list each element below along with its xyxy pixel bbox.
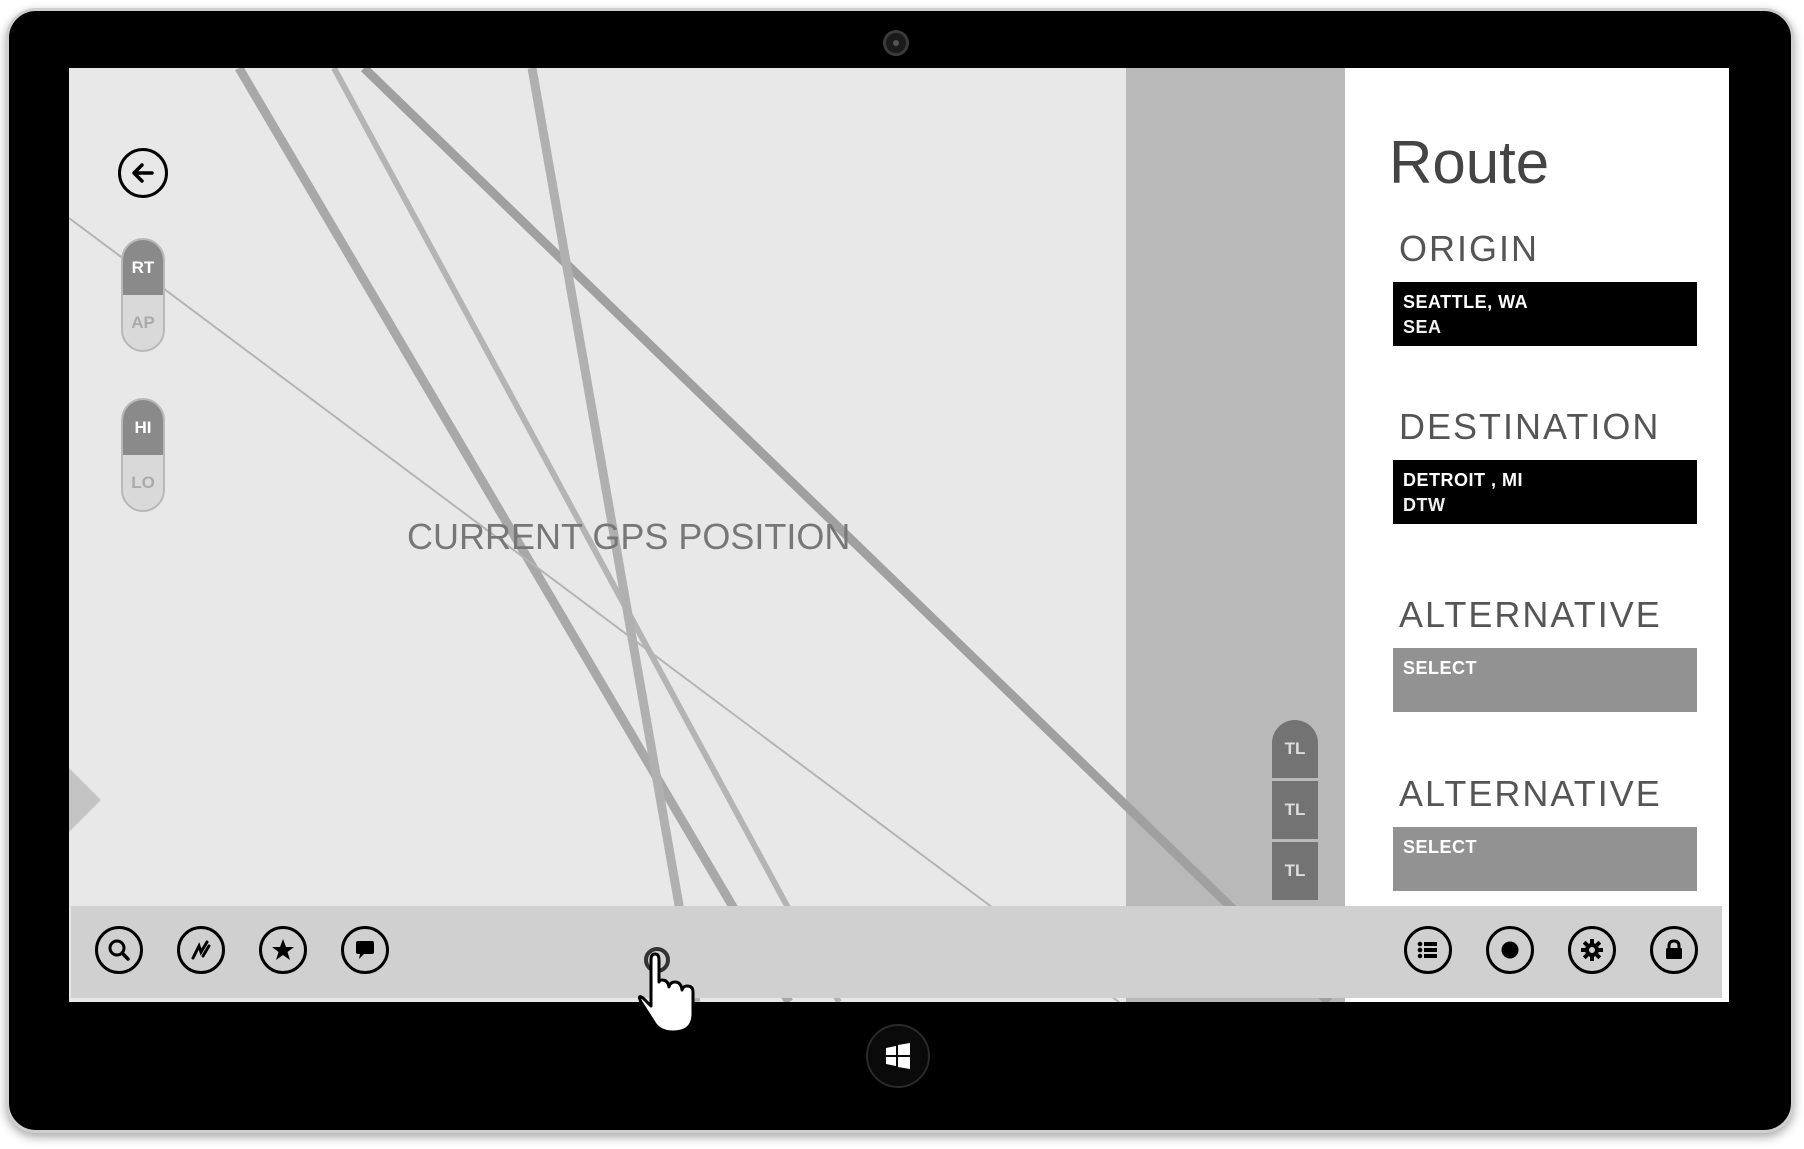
tl-button-2[interactable]: TL (1272, 781, 1318, 839)
origin-field[interactable]: SEATTLE, WA SEA (1393, 282, 1697, 346)
alternative-value-2: SELECT (1403, 837, 1478, 857)
level-toggle[interactable]: HI LO (121, 398, 165, 512)
alternative-select-1[interactable]: SELECT (1393, 648, 1697, 712)
windows-logo-icon (886, 1043, 910, 1069)
back-arrow-icon (132, 163, 154, 183)
destination-field[interactable]: DETROIT , MI DTW (1393, 460, 1697, 524)
record-button[interactable] (1486, 926, 1534, 974)
record-icon (1501, 941, 1519, 959)
level-toggle-on[interactable]: HI (123, 400, 163, 455)
alternative-label-2: ALTERNATIVE (1399, 773, 1662, 814)
search-button[interactable] (95, 926, 143, 974)
mode-toggle-off[interactable]: AP (123, 295, 163, 350)
alternative-label-1: ALTERNATIVE (1399, 594, 1662, 635)
destination-city: DETROIT , MI (1403, 470, 1523, 490)
windows-home-button[interactable] (866, 1024, 930, 1088)
origin-city: SEATTLE, WA (1403, 292, 1529, 312)
level-toggle-off[interactable]: LO (123, 455, 163, 510)
mode-toggle[interactable]: RT AP (121, 238, 165, 352)
message-button[interactable] (341, 926, 389, 974)
tl-button-stack: TL TL TL (1272, 720, 1318, 903)
touch-cursor-icon (637, 947, 695, 1034)
route-button[interactable] (177, 926, 225, 974)
app-screen: Route ORIGIN SEATTLE, WA SEA DESTINATION… (69, 68, 1729, 1002)
tl-button-1[interactable]: TL (1272, 720, 1318, 778)
route-icon (191, 940, 211, 960)
alternative-value-1: SELECT (1403, 658, 1478, 678)
alternative-select-2[interactable]: SELECT (1393, 827, 1697, 891)
panel-title: Route (1389, 129, 1550, 196)
chat-icon (356, 941, 374, 959)
search-icon (108, 939, 130, 961)
lock-icon (1666, 939, 1682, 959)
camera-icon (883, 30, 909, 56)
back-button[interactable] (118, 148, 168, 198)
destination-label: DESTINATION (1399, 406, 1661, 447)
destination-code: DTW (1403, 495, 1446, 515)
favorites-button[interactable] (259, 926, 307, 974)
list-icon (1417, 941, 1437, 959)
gps-position-label: CURRENT GPS POSITION (407, 516, 851, 557)
expand-left-arrow-icon[interactable] (69, 768, 101, 832)
gear-icon (1581, 939, 1603, 961)
origin-code: SEA (1403, 317, 1442, 337)
list-button[interactable] (1404, 926, 1452, 974)
lock-button[interactable] (1650, 926, 1698, 974)
settings-button[interactable] (1568, 926, 1616, 974)
star-icon (272, 939, 294, 960)
tl-button-3[interactable]: TL (1272, 842, 1318, 900)
mode-toggle-on[interactable]: RT (123, 240, 163, 295)
origin-label: ORIGIN (1399, 228, 1540, 269)
app-bar (71, 906, 1722, 998)
